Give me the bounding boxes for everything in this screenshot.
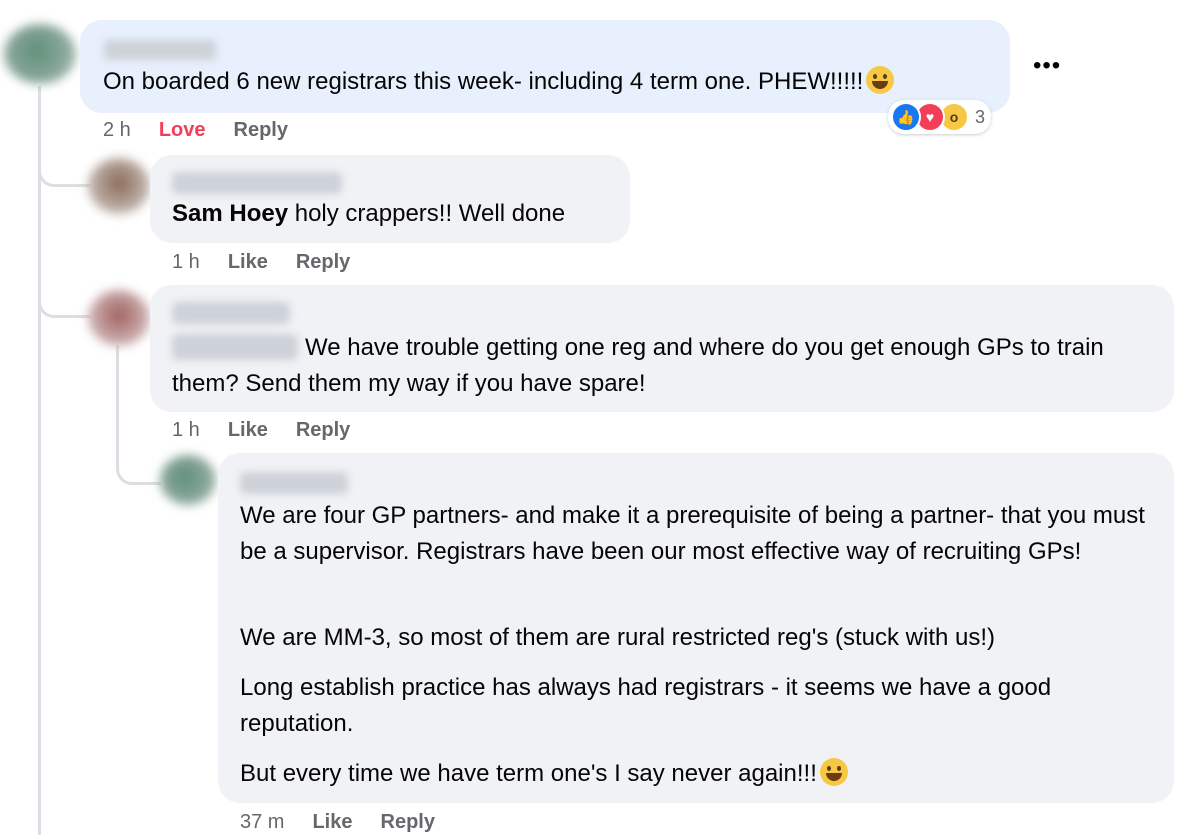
comment-text-content: We are four GP partners- and make it a p… bbox=[240, 502, 1145, 565]
comment-text: On boarded 6 new registrars this week- i… bbox=[103, 64, 1003, 100]
like-button[interactable]: Like bbox=[312, 808, 352, 836]
comment-meta: 1 h Like Reply bbox=[172, 248, 378, 276]
comment-text: Sam Hoey holy crappers!! Well done bbox=[172, 196, 622, 232]
comment-text-content: We are MM-3, so most of them are rural r… bbox=[240, 624, 996, 651]
timestamp[interactable]: 37 m bbox=[240, 808, 284, 836]
timestamp[interactable]: 1 h bbox=[172, 248, 200, 276]
reply-button[interactable]: Reply bbox=[234, 116, 288, 144]
like-icon: 👍 bbox=[891, 102, 921, 132]
comment-text-content: Long establish practice has always had r… bbox=[240, 674, 1052, 737]
thread-connector bbox=[38, 140, 91, 187]
avatar[interactable] bbox=[88, 158, 150, 214]
author-name[interactable] bbox=[172, 302, 290, 324]
comment-text-content: We have trouble getting one reg and wher… bbox=[172, 334, 1104, 397]
reply-button[interactable]: Reply bbox=[296, 416, 350, 444]
more-options-icon[interactable]: ••• bbox=[1033, 52, 1061, 80]
thread-connector bbox=[38, 270, 91, 318]
mention-link[interactable]: Sam Hoey bbox=[172, 200, 288, 227]
comment-meta: 37 m Like Reply bbox=[240, 808, 463, 836]
grimace-emoji-icon bbox=[866, 66, 895, 94]
love-button[interactable]: Love bbox=[159, 116, 206, 144]
comment-text-content: holy crappers!! Well done bbox=[288, 200, 566, 227]
reactions-summary[interactable]: 👍 ♥ o 3 bbox=[888, 100, 992, 134]
like-button[interactable]: Like bbox=[228, 248, 268, 276]
comment-meta: 2 h Love Reply bbox=[103, 116, 316, 144]
timestamp[interactable]: 2 h bbox=[103, 116, 131, 144]
laughing-emoji-icon bbox=[819, 758, 848, 786]
timestamp[interactable]: 1 h bbox=[172, 416, 200, 444]
avatar[interactable] bbox=[160, 455, 216, 505]
reply-button[interactable]: Reply bbox=[381, 808, 435, 836]
comment-paragraph: Long establish practice has always had r… bbox=[240, 670, 1168, 742]
thread-connector bbox=[116, 430, 161, 485]
thread-line-main bbox=[38, 86, 41, 835]
comment-paragraph: We are MM-3, so most of them are rural r… bbox=[240, 620, 1168, 656]
author-name[interactable] bbox=[104, 40, 216, 60]
comment-text: We have trouble getting one reg and wher… bbox=[172, 330, 1167, 402]
author-name[interactable] bbox=[240, 472, 348, 494]
like-button[interactable]: Like bbox=[228, 416, 268, 444]
comment-text-content: But every time we have term one's I say … bbox=[240, 760, 817, 787]
reply-button[interactable]: Reply bbox=[296, 248, 350, 276]
avatar[interactable] bbox=[88, 290, 150, 346]
comment-meta: 1 h Like Reply bbox=[172, 416, 378, 444]
reaction-count: 3 bbox=[975, 106, 986, 127]
comment-paragraph: But every time we have term one's I say … bbox=[240, 756, 1168, 792]
comment-paragraph: We are four GP partners- and make it a p… bbox=[240, 498, 1168, 570]
comment-text-content: On boarded 6 new registrars this week- i… bbox=[103, 68, 864, 95]
avatar[interactable] bbox=[4, 24, 76, 84]
author-name[interactable] bbox=[172, 172, 342, 194]
